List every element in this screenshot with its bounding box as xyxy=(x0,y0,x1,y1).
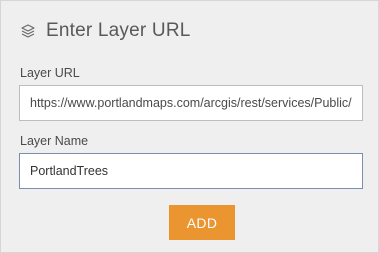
layers-icon xyxy=(19,22,37,40)
enter-layer-url-panel: Enter Layer URL Layer URL Layer Name ADD xyxy=(0,0,379,253)
layer-url-label: Layer URL xyxy=(20,66,80,80)
layer-name-label: Layer Name xyxy=(20,134,89,148)
panel-header: Enter Layer URL xyxy=(19,19,191,43)
layer-name-input[interactable] xyxy=(19,153,363,189)
panel-title: Enter Layer URL xyxy=(46,20,191,41)
layer-url-input[interactable] xyxy=(19,85,363,121)
add-button[interactable]: ADD xyxy=(169,205,235,240)
